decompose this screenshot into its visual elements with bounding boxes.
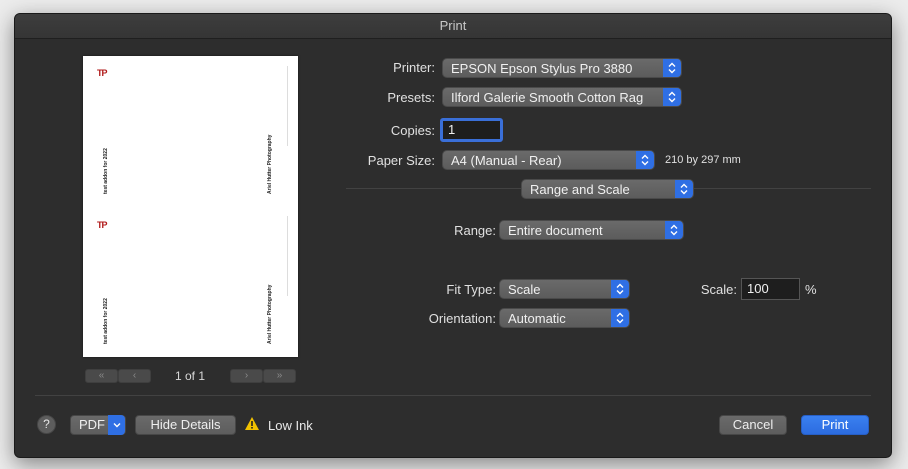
prev-page-button[interactable]: ‹ xyxy=(118,369,151,383)
printer-value: EPSON Epson Stylus Pro 3880 xyxy=(451,61,633,76)
paper-size-popup[interactable]: A4 (Manual - Rear) xyxy=(442,150,655,170)
chevron-updown-icon xyxy=(611,309,629,327)
print-dialog: Print TP TP test addon for 2022 test add… xyxy=(14,13,892,458)
printer-label: Printer: xyxy=(393,60,435,75)
scale-label: Scale: xyxy=(700,282,737,297)
hide-details-button[interactable]: Hide Details xyxy=(135,415,236,435)
first-page-button[interactable]: « xyxy=(85,369,118,383)
scale-unit: % xyxy=(805,282,817,297)
paper-size-value: A4 (Manual - Rear) xyxy=(451,153,562,168)
first-page-icon: « xyxy=(98,370,105,381)
footer-separator xyxy=(35,395,871,396)
printer-popup[interactable]: EPSON Epson Stylus Pro 3880 xyxy=(442,58,682,78)
orientation-label: Orientation: xyxy=(428,311,496,326)
preview-logo-top: TP xyxy=(97,68,107,78)
chevron-down-icon xyxy=(108,415,125,435)
page-preview: TP TP test addon for 2022 test addon for… xyxy=(83,56,298,357)
range-value: Entire document xyxy=(508,223,603,238)
prev-page-icon: ‹ xyxy=(132,370,137,381)
copies-field[interactable]: 1 xyxy=(440,118,503,142)
chevron-updown-icon xyxy=(663,88,681,106)
pdf-menu-button[interactable]: PDF xyxy=(70,415,126,435)
orientation-value: Automatic xyxy=(508,311,566,326)
preview-text-right-top: Ariel Hutter Photography xyxy=(267,134,273,194)
fit-type-label: Fit Type: xyxy=(446,282,496,297)
low-ink-label: Low Ink xyxy=(268,418,313,433)
print-button[interactable]: Print xyxy=(801,415,869,435)
page-indicator: 1 of 1 xyxy=(174,369,206,383)
copies-label: Copies: xyxy=(390,123,435,138)
last-page-button[interactable]: » xyxy=(263,369,296,383)
presets-label: Presets: xyxy=(387,90,435,105)
chevron-updown-icon xyxy=(663,59,681,77)
fit-type-popup[interactable]: Scale xyxy=(499,279,630,299)
chevron-updown-icon xyxy=(611,280,629,298)
paper-size-label: Paper Size: xyxy=(367,153,435,168)
chevron-updown-icon xyxy=(636,151,654,169)
paper-size-dims: 210 by 297 mm xyxy=(665,154,741,166)
presets-value: Ilford Galerie Smooth Cotton Rag xyxy=(451,90,644,105)
next-page-icon: › xyxy=(244,370,249,381)
preview-text-right-bottom: Ariel Hutter Photography xyxy=(267,284,273,344)
preview-rule xyxy=(287,216,288,296)
chevron-updown-icon xyxy=(665,221,683,239)
last-page-icon: » xyxy=(276,370,283,381)
scale-field[interactable]: 100 xyxy=(741,278,800,300)
orientation-popup[interactable]: Automatic xyxy=(499,308,630,328)
help-button[interactable]: ? xyxy=(37,415,56,434)
help-icon: ? xyxy=(43,417,50,431)
window-title: Print xyxy=(15,14,891,39)
range-label: Range: xyxy=(454,223,496,238)
section-popup[interactable]: Range and Scale xyxy=(521,179,694,199)
pdf-label: PDF xyxy=(79,417,105,432)
preview-text-left-bottom: test addon for 2022 xyxy=(103,298,109,344)
chevron-updown-icon xyxy=(675,180,693,198)
preview-rule xyxy=(287,66,288,146)
section-value: Range and Scale xyxy=(530,182,630,197)
warning-icon xyxy=(244,416,260,434)
fit-type-value: Scale xyxy=(508,282,541,297)
preview-text-left-top: test addon for 2022 xyxy=(103,148,109,194)
presets-popup[interactable]: Ilford Galerie Smooth Cotton Rag xyxy=(442,87,682,107)
preview-logo-bottom: TP xyxy=(97,220,107,230)
range-popup[interactable]: Entire document xyxy=(499,220,684,240)
cancel-button[interactable]: Cancel xyxy=(719,415,787,435)
next-page-button[interactable]: › xyxy=(230,369,263,383)
